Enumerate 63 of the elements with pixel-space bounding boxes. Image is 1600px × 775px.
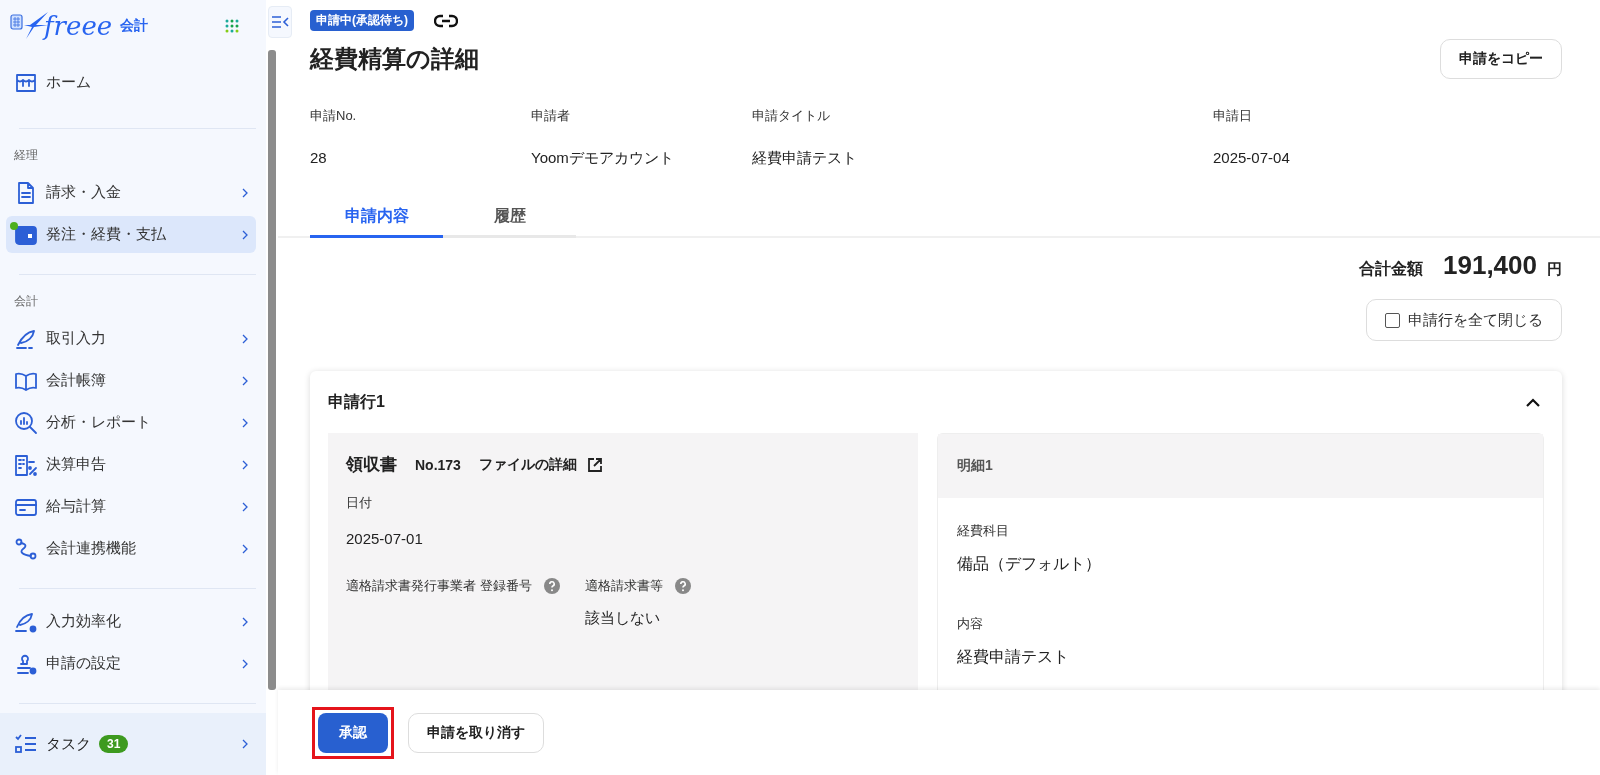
sidebar-item[interactable]: 発注・経費・支払 bbox=[6, 216, 256, 253]
tasks-item[interactable]: タスク 31 bbox=[0, 713, 266, 775]
currency-unit: 円 bbox=[1547, 260, 1562, 279]
sidebar-item[interactable]: 入力効率化 bbox=[6, 603, 256, 640]
field-label: 申請タイトル bbox=[752, 107, 831, 125]
field-label: 適格請求書等 bbox=[584, 577, 663, 595]
route-icon bbox=[14, 536, 38, 561]
receipt-number: No.173 bbox=[415, 456, 461, 473]
section-heading: 経理 bbox=[13, 147, 39, 164]
building-percent-icon bbox=[14, 452, 38, 477]
section-heading: 会計 bbox=[13, 293, 39, 310]
detail-title: 明細1 bbox=[957, 457, 993, 475]
sidebar-item[interactable]: 請求・入金 bbox=[6, 174, 256, 211]
magnifier-chart-icon bbox=[14, 410, 38, 435]
sidebar-item[interactable]: 取引入力 bbox=[6, 320, 256, 357]
product-name: 会計 bbox=[120, 17, 149, 35]
count-badge: 31 bbox=[99, 735, 129, 753]
field-value: 該当しない bbox=[584, 609, 661, 628]
file-details-link[interactable]: ファイルの詳細 bbox=[478, 455, 577, 474]
sidebar-item[interactable]: ホーム bbox=[6, 64, 256, 101]
field-value: 2025-07-04 bbox=[1213, 149, 1291, 166]
field-label: 適格請求書発行事業者 登録番号 bbox=[346, 577, 532, 595]
copy-request-button[interactable]: 申請をコピー bbox=[1440, 39, 1562, 79]
collapse-all-button[interactable]: 申請行を全て閉じる bbox=[1366, 299, 1562, 341]
external-link-icon[interactable] bbox=[586, 456, 603, 473]
app-grid-icon[interactable] bbox=[225, 19, 240, 33]
page-title: 経費精算の詳細 bbox=[310, 44, 479, 74]
field-label: 経費科目 bbox=[957, 522, 1010, 540]
tab[interactable]: 申請内容 bbox=[310, 206, 443, 238]
field-value: Yoomデモアカウント bbox=[531, 149, 675, 168]
field-value: 28 bbox=[310, 149, 328, 166]
field-value: 備品（デフォルト） bbox=[957, 554, 1102, 574]
sidebar-item[interactable]: 決算申告 bbox=[6, 446, 256, 483]
link-icon[interactable] bbox=[434, 13, 458, 28]
status-badge: 申請中(承認待ち) bbox=[310, 10, 414, 31]
field-label: 申請日 bbox=[1213, 107, 1253, 125]
approve-button[interactable]: 承認 bbox=[318, 712, 388, 753]
checklist-icon bbox=[14, 732, 38, 756]
receipt-title: 領収書 bbox=[346, 454, 397, 476]
collapse-sidebar-icon bbox=[271, 15, 289, 29]
checkbox[interactable] bbox=[1385, 312, 1400, 328]
field-label: 内容 bbox=[957, 615, 984, 633]
total-label: 合計金額 bbox=[1359, 259, 1423, 279]
sidebar-item[interactable]: 会計連携機能 bbox=[6, 530, 256, 567]
sidebar-item[interactable]: 会計帳簿 bbox=[6, 362, 256, 399]
help-icon[interactable] bbox=[543, 578, 560, 594]
field-label: 申請者 bbox=[531, 107, 571, 125]
sidebar-item[interactable]: 申請の設定 bbox=[6, 645, 256, 682]
collapse-sidebar-button[interactable] bbox=[268, 6, 292, 38]
sidebar-item[interactable]: 給与計算 bbox=[6, 488, 256, 525]
help-icon[interactable] bbox=[674, 578, 691, 594]
tab[interactable]: 履歴 bbox=[443, 206, 576, 238]
field-label: 申請No. bbox=[310, 107, 358, 125]
card-title: 申請行1 bbox=[328, 391, 385, 412]
field-value: 経費申請テスト bbox=[957, 647, 1070, 667]
chevron-up-icon[interactable] bbox=[1526, 397, 1540, 407]
total-amount: 191,400 bbox=[1443, 250, 1537, 281]
field-value: 2025-07-01 bbox=[346, 530, 424, 547]
sidebar-item[interactable]: 分析・レポート bbox=[6, 404, 256, 441]
cancel-request-button[interactable]: 申請を取り消す bbox=[408, 712, 544, 753]
logo-text: freee bbox=[44, 11, 113, 41]
field-value: 経費申請テスト bbox=[752, 149, 858, 168]
field-label: 日付 bbox=[346, 494, 373, 512]
